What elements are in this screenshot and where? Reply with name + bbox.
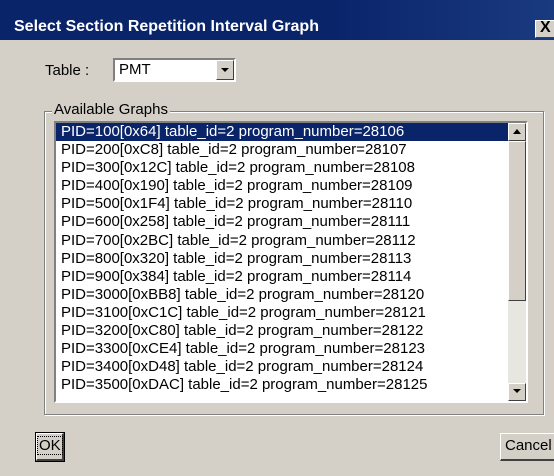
arrow-up-icon (513, 129, 521, 134)
table-select-value: PMT (119, 61, 151, 78)
scroll-down-button[interactable] (508, 383, 526, 401)
list-item[interactable]: PID=900[0x384] table_id=2 program_number… (56, 268, 508, 286)
list-item[interactable]: PID=100[0x64] table_id=2 program_number=… (56, 123, 508, 142)
scroll-up-button[interactable] (508, 123, 526, 141)
ok-button-label: OK (37, 436, 63, 455)
dialog-window: Select Section Repetition Interval Graph… (0, 0, 554, 476)
list-item[interactable]: PID=700[0x2BC] table_id=2 program_number… (56, 232, 508, 250)
list-item[interactable]: PID=3500[0xDAC] table_id=2 program_numbe… (56, 376, 508, 394)
title-bar[interactable]: Select Section Repetition Interval Graph… (0, 0, 554, 40)
ok-button[interactable]: OK (35, 432, 65, 462)
available-graphs-label: Available Graphs (52, 101, 170, 118)
list-item[interactable]: PID=400[0x190] table_id=2 program_number… (56, 177, 508, 195)
list-item[interactable]: PID=3400[0xD48] table_id=2 program_numbe… (56, 358, 508, 376)
vertical-scrollbar[interactable] (508, 123, 526, 401)
cancel-button-label: Cancel (505, 437, 552, 454)
window-title: Select Section Repetition Interval Graph (14, 18, 319, 35)
cancel-button[interactable]: Cancel (500, 433, 554, 461)
close-icon: X (540, 19, 551, 36)
list-item[interactable]: PID=500[0x1F4] table_id=2 program_number… (56, 195, 508, 213)
dropdown-button[interactable] (216, 60, 234, 80)
close-button[interactable]: X (535, 19, 554, 38)
list-item[interactable]: PID=3300[0xCE4] table_id=2 program_numbe… (56, 340, 508, 358)
graphs-listbox[interactable]: PID=100[0x64] table_id=2 program_number=… (54, 121, 528, 403)
arrow-down-icon (513, 389, 521, 393)
list-item[interactable]: PID=3200[0xC80] table_id=2 program_numbe… (56, 322, 508, 340)
list-item[interactable]: PID=3100[0xC1C] table_id=2 program_numbe… (56, 304, 508, 322)
list-item[interactable]: PID=300[0x12C] table_id=2 program_number… (56, 159, 508, 177)
scroll-thumb[interactable] (508, 141, 526, 301)
list-item[interactable]: PID=3000[0xBB8] table_id=2 program_numbe… (56, 286, 508, 304)
table-label: Table : (45, 62, 90, 79)
list-item[interactable]: PID=800[0x320] table_id=2 program_number… (56, 250, 508, 268)
table-select[interactable]: PMT (113, 58, 236, 82)
list-item[interactable]: PID=200[0xC8] table_id=2 program_number=… (56, 141, 508, 159)
graphs-list: PID=100[0x64] table_id=2 program_number=… (56, 123, 508, 394)
chevron-down-icon (221, 68, 229, 72)
list-item[interactable]: PID=600[0x258] table_id=2 program_number… (56, 213, 508, 231)
